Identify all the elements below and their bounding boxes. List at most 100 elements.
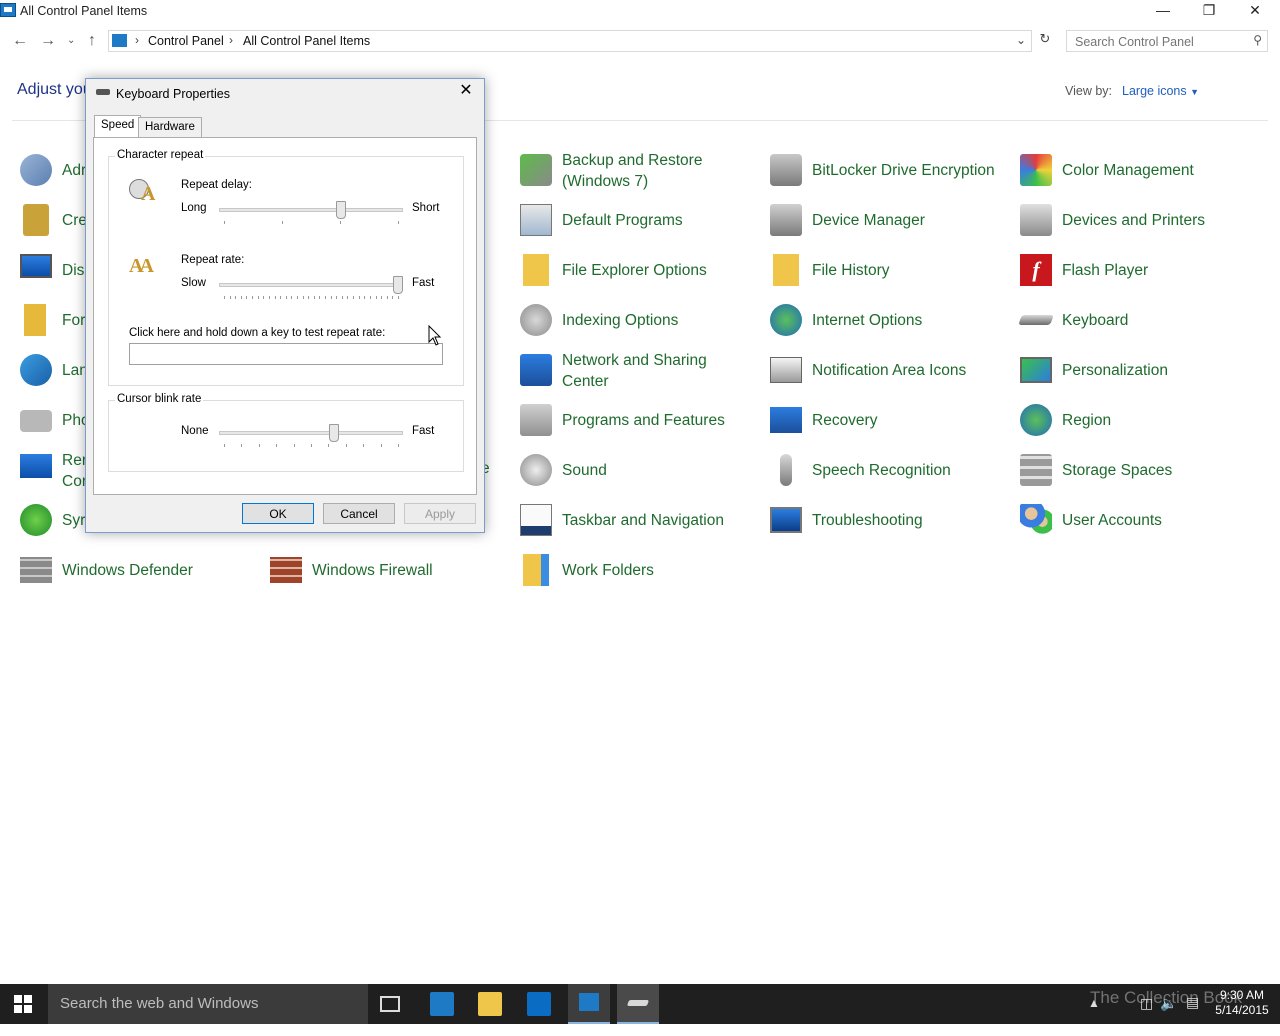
control-panel-taskbar-button[interactable] [568,984,610,1024]
slider-tick [258,444,260,447]
item-windows-firewall[interactable]: Windows Firewall [270,550,515,594]
dropdown-arrow-icon: ▼ [1190,87,1200,97]
breadcrumb-separator-icon[interactable]: › [229,33,233,47]
action-center-icon[interactable]: ▤ [1186,994,1199,1034]
slider-thumb[interactable] [393,276,403,294]
item-network-sharing[interactable]: Network and Sharing Center [520,350,765,394]
breadcrumb-control-panel[interactable]: Control Panel [148,34,224,48]
taskbar-clock[interactable]: 9:30 AM 5/14/2015 [1214,988,1270,1018]
address-dropdown-icon[interactable]: ⌄ [1016,33,1026,47]
close-button[interactable]: ✕ [1232,0,1278,22]
item-file-history[interactable]: File History [770,250,1015,294]
bitlocker-icon [770,154,802,186]
item-windows-defender[interactable]: Windows Defender [20,550,265,594]
search-icon[interactable]: ⚲ [1253,33,1262,47]
restore-button[interactable]: ❐ [1186,0,1232,22]
slider-tick [235,296,237,299]
repeat-rate-slider[interactable] [219,276,403,302]
ok-button[interactable]: OK [242,503,314,524]
dialog-title: Keyboard Properties [116,87,230,101]
slider-tick [340,221,341,224]
item-programs-features[interactable]: Programs and Features [520,400,765,444]
slider-tick [364,296,366,299]
item-bitlocker[interactable]: BitLocker Drive Encryption [770,150,1015,194]
slider-track[interactable] [219,208,403,212]
volume-icon[interactable]: 🔈 [1160,995,1177,1035]
item-recovery[interactable]: Recovery [770,400,1015,444]
task-view-icon[interactable] [380,996,400,1012]
item-devices-printers[interactable]: Devices and Printers [1020,200,1265,244]
slider-thumb[interactable] [335,201,346,219]
tab-speed[interactable]: Speed [94,115,142,138]
internet-options-icon [770,304,802,336]
item-work-folders[interactable]: Work Folders [520,550,765,594]
slider-tick [282,221,283,224]
slider-track[interactable] [219,283,403,287]
item-indexing-options[interactable]: Indexing Options [520,300,765,344]
item-default-programs[interactable]: Default Programs [520,200,765,244]
recent-locations-chevron-icon[interactable]: ⌄ [67,35,75,46]
minimize-button[interactable]: — [1140,0,1186,22]
item-sound[interactable]: Sound [520,450,765,494]
test-repeat-input[interactable] [129,343,443,365]
slider-tick [398,444,399,447]
slider-tick [257,296,259,299]
store-icon[interactable] [527,992,551,1016]
breadcrumb-separator-icon[interactable]: › [135,33,139,47]
file-explorer-icon[interactable] [478,992,502,1016]
item-keyboard[interactable]: Keyboard [1018,300,1265,344]
repeat-delay-short-label: Short [412,202,440,214]
start-button[interactable] [14,995,32,1013]
slider-tick [398,296,399,299]
cancel-button[interactable]: Cancel [323,503,395,524]
search-input[interactable] [1073,33,1247,51]
slider-tick [353,296,355,299]
item-storage-spaces[interactable]: Storage Spaces [1020,450,1265,494]
cursor-blink-group: Cursor blink rate None Fast [108,393,464,472]
slider-tick [398,221,399,224]
internet-explorer-icon[interactable] [430,992,454,1016]
slider-track[interactable] [219,431,403,435]
item-taskbar-navigation[interactable]: Taskbar and Navigation [520,500,765,544]
taskbar-search[interactable]: Search the web and Windows [48,984,368,1024]
search-box[interactable]: ⚲ [1066,30,1268,52]
taskbar: Search the web and Windows The Collectio… [0,984,1280,1024]
slider-thumb[interactable] [328,424,339,442]
item-file-explorer-options[interactable]: File Explorer Options [520,250,765,294]
up-arrow-icon[interactable]: ↑ [88,32,96,50]
slider-tick [274,296,276,299]
item-flash-player[interactable]: f Flash Player [1020,250,1265,294]
item-notification-area-icons[interactable]: Notification Area Icons [770,350,1015,394]
view-by-dropdown[interactable]: Large icons ▼ [1122,84,1199,98]
item-color-management[interactable]: Color Management [1020,150,1265,194]
item-user-accounts[interactable]: User Accounts [1020,500,1265,544]
address-bar[interactable]: › Control Panel › All Control Panel Item… [108,30,1032,52]
slider-tick [229,296,231,299]
refresh-icon[interactable]: ↻ [1036,31,1054,51]
breadcrumb-all-items[interactable]: All Control Panel Items [243,34,370,48]
item-device-manager[interactable]: Device Manager [770,200,1015,244]
cursor-blink-slider[interactable] [219,424,403,450]
color-management-icon [1020,154,1052,186]
item-speech-recognition[interactable]: Speech Recognition [770,450,1015,494]
view-by-label: View by: [1065,84,1113,98]
credential-manager-icon [23,204,49,236]
tab-hardware[interactable]: Hardware [138,117,202,137]
item-internet-options[interactable]: Internet Options [770,300,1015,344]
repeat-delay-slider[interactable] [219,201,403,227]
indexing-options-icon [520,304,552,336]
network-icon[interactable]: ◫ [1140,995,1153,1035]
dialog-close-button[interactable]: ✕ [454,81,478,101]
item-backup-restore[interactable]: Backup and Restore (Windows 7) [520,150,765,194]
forward-arrow-icon[interactable]: → [40,32,56,50]
apply-button[interactable]: Apply [404,503,476,524]
keyboard-taskbar-button[interactable] [617,984,659,1024]
slider-tick [325,296,327,299]
show-hidden-icons-icon[interactable]: ▲ [1088,996,1100,1036]
slider-tick [375,296,377,299]
back-arrow-icon[interactable]: ← [12,32,28,50]
item-personalization[interactable]: Personalization [1020,350,1265,394]
recovery-icon [770,407,802,433]
item-region[interactable]: Region [1020,400,1265,444]
item-troubleshooting[interactable]: Troubleshooting [770,500,1015,544]
